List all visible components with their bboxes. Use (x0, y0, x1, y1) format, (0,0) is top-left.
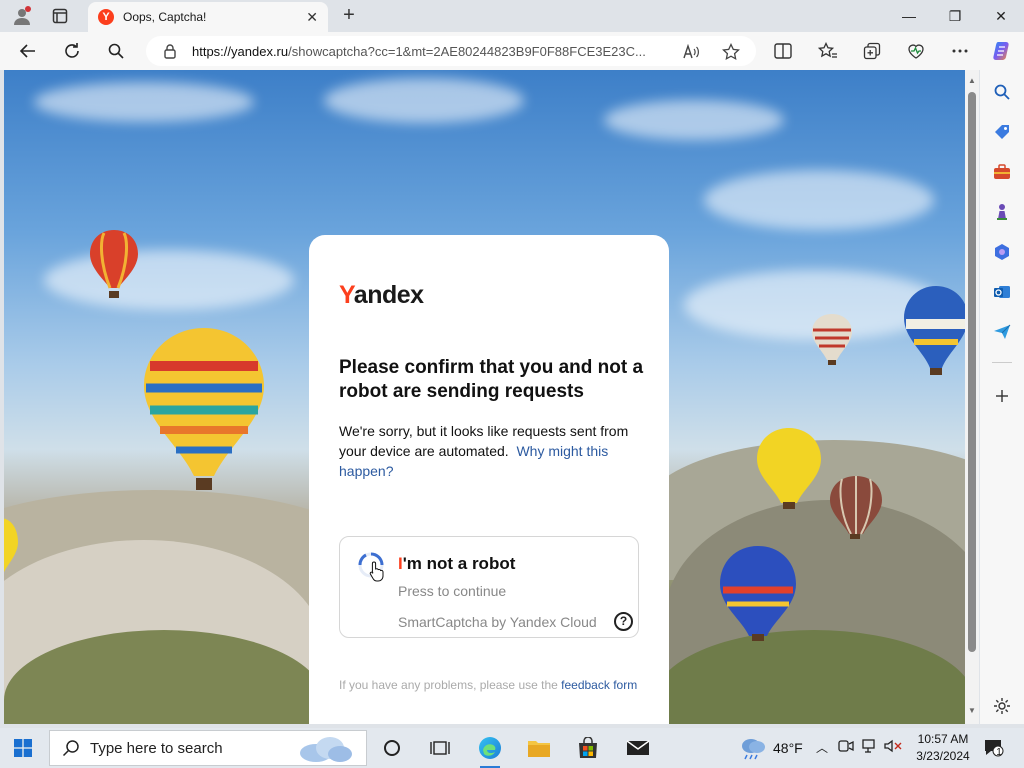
collections-icon[interactable] (859, 38, 885, 64)
show-hidden-icons-chevron-icon[interactable]: ︿ (816, 739, 828, 756)
cortana-circle-icon[interactable] (378, 734, 406, 762)
browser-tab-bar: Y Oops, Captcha! ✕ + — ❐ ✕ (0, 0, 1024, 32)
copilot-icon[interactable] (989, 38, 1015, 64)
minimize-button[interactable]: — (886, 4, 932, 28)
hot-air-balloon (812, 314, 852, 365)
meet-now-icon[interactable] (838, 739, 854, 756)
back-button[interactable] (15, 38, 41, 64)
hot-air-balloon (757, 428, 821, 509)
new-tab-button[interactable]: + (338, 5, 360, 25)
background-cloud (44, 250, 294, 310)
restore-button[interactable]: ❐ (932, 4, 978, 28)
captcha-card: Yandex Please confirm that you and not a… (309, 235, 669, 724)
favorites-icon[interactable] (815, 38, 841, 64)
page-viewport: Yandex Please confirm that you and not a… (4, 70, 965, 724)
sidebar-search-icon[interactable] (992, 82, 1012, 102)
taskbar-search-placeholder: Type here to search (90, 739, 223, 757)
tab-close-icon[interactable]: ✕ (306, 9, 318, 26)
press-to-continue-label: Press to continue (398, 583, 507, 599)
lock-icon[interactable] (162, 43, 178, 59)
page-scrollbar[interactable]: ▲ ▼ (965, 70, 979, 724)
tab-title: Oops, Captcha! (123, 10, 207, 24)
search-highlight-cloud-icon (300, 737, 352, 762)
sidebar-divider (992, 362, 1012, 363)
hand-cursor-icon (369, 561, 384, 582)
games-chess-icon[interactable] (992, 202, 1012, 222)
captcha-heading: Please confirm that you and not a robot … (339, 357, 644, 402)
profile-icon[interactable] (8, 4, 36, 28)
send-paper-plane-icon[interactable] (992, 322, 1012, 342)
add-sidebar-app-icon[interactable] (992, 386, 1012, 406)
volume-muted-icon[interactable] (884, 739, 902, 756)
notification-count: 1 (996, 747, 1002, 758)
background-cloud (324, 78, 524, 123)
tab-actions-icon[interactable] (46, 4, 74, 28)
url-text[interactable]: https://yandex.ru/showcaptcha?cc=1&mt=2A… (192, 44, 672, 59)
taskbar-search-icon (62, 740, 79, 757)
refresh-button[interactable] (59, 38, 85, 64)
yandex-favicon-icon: Y (98, 9, 114, 25)
hot-air-balloon (90, 230, 138, 298)
clock-date: 3/23/2024 (916, 749, 970, 763)
clock-time: 10:57 AM (917, 732, 969, 746)
help-icon[interactable]: ? (614, 612, 633, 631)
file-explorer-icon[interactable] (525, 734, 553, 762)
active-tab[interactable]: Y Oops, Captcha! ✕ (88, 2, 328, 32)
task-view-icon[interactable] (426, 734, 454, 762)
hot-air-balloon (720, 546, 796, 641)
edge-taskbar-icon[interactable] (476, 734, 504, 768)
scroll-up-arrow-icon[interactable]: ▲ (968, 76, 976, 85)
edge-sidebar (980, 70, 1024, 724)
rain-cloud-icon (742, 739, 765, 760)
browser-essentials-icon[interactable] (903, 38, 929, 64)
copilot-hex-icon[interactable] (992, 242, 1012, 262)
feedback-form-link[interactable]: feedback form (561, 678, 637, 692)
outlook-icon[interactable] (992, 282, 1012, 302)
problems-note: If you have any problems, please use the… (339, 678, 638, 692)
background-cloud (604, 100, 784, 140)
browser-toolbar: https://yandex.ru/showcaptcha?cc=1&mt=2A… (0, 32, 1024, 70)
network-icon[interactable] (862, 739, 878, 756)
weather-widget[interactable]: 48°F (739, 736, 803, 760)
windows-start-icon[interactable] (14, 739, 32, 757)
smartcaptcha-provider-label: SmartCaptcha by Yandex Cloud (398, 614, 597, 630)
hot-air-balloon (144, 328, 264, 490)
taskbar-search-box[interactable]: Type here to search (49, 730, 367, 766)
split-screen-icon[interactable] (770, 38, 796, 64)
not-a-robot-checkbox[interactable]: I'm not a robot Press to continue SmartC… (339, 536, 639, 638)
hot-air-balloon (830, 476, 882, 539)
windows-taskbar: Type here to search 48°F ︿ 10:57 AM 3/23… (0, 728, 1024, 768)
yandex-logo[interactable]: Yandex (339, 281, 424, 310)
favorite-star-icon[interactable] (722, 43, 740, 61)
read-aloud-icon[interactable] (682, 43, 700, 61)
not-a-robot-label: I'm not a robot (398, 554, 516, 573)
mail-icon[interactable] (624, 734, 652, 762)
more-options-icon[interactable] (947, 38, 973, 64)
hot-air-balloon (4, 518, 18, 572)
scrollbar-thumb[interactable] (968, 92, 976, 652)
captcha-description: We're sorry, but it looks like requests … (339, 423, 629, 479)
weather-temperature: 48°F (773, 740, 803, 756)
sidebar-settings-gear-icon[interactable] (992, 696, 1012, 716)
background-cloud (704, 170, 934, 230)
tools-briefcase-icon[interactable] (992, 162, 1012, 182)
notifications-icon[interactable]: 1 (980, 734, 1008, 762)
shopping-tag-icon[interactable] (992, 122, 1012, 142)
scroll-down-arrow-icon[interactable]: ▼ (968, 706, 976, 715)
system-clock[interactable]: 10:57 AM 3/23/2024 (913, 731, 973, 765)
close-window-button[interactable]: ✕ (978, 4, 1024, 28)
address-bar[interactable]: https://yandex.ru/showcaptcha?cc=1&mt=2A… (146, 36, 756, 66)
search-icon[interactable] (103, 38, 129, 64)
microsoft-store-icon[interactable] (574, 734, 602, 762)
hot-air-balloon (904, 286, 965, 375)
background-cloud (34, 82, 254, 122)
